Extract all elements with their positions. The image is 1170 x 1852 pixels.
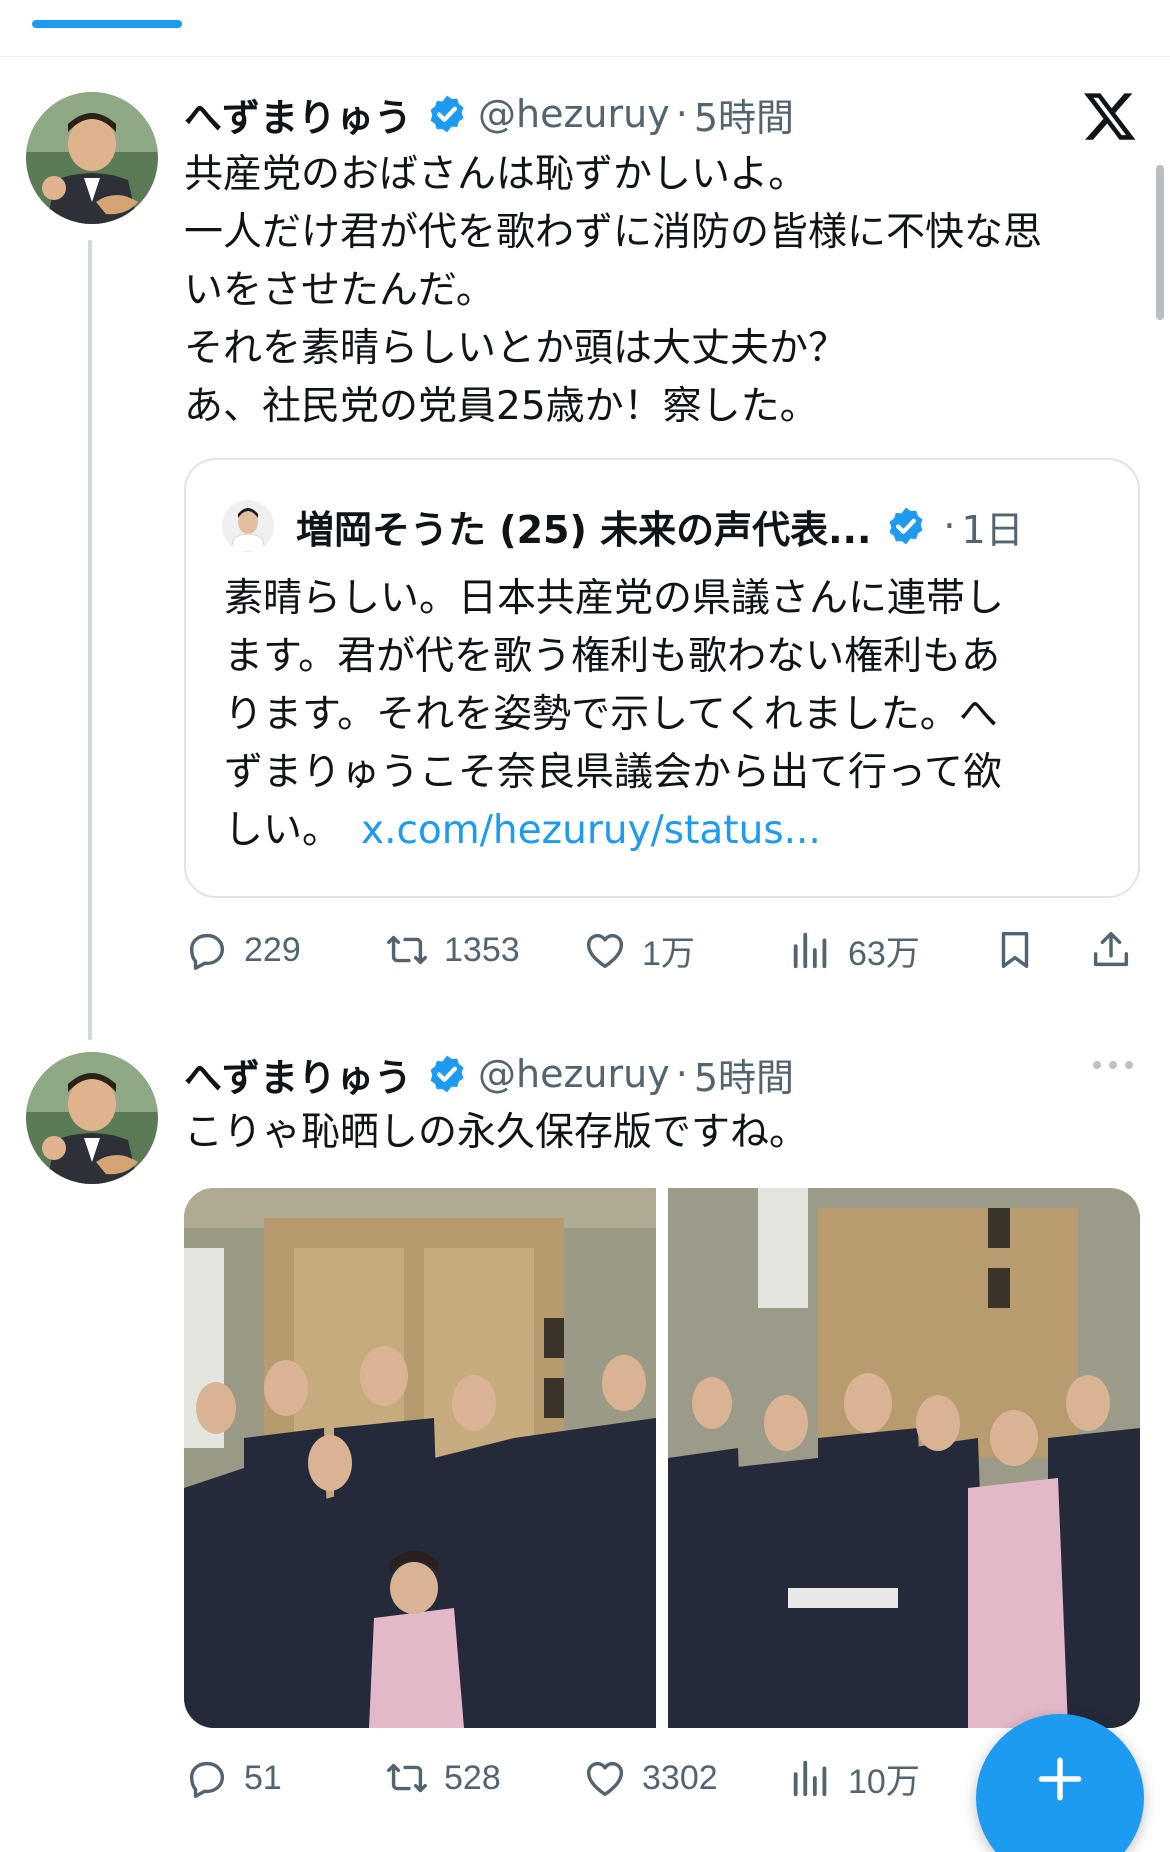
- repost-button[interactable]: 528: [384, 1748, 501, 1808]
- tweet-text-line: こりゃ恥晒しの永久保存版ですね。: [184, 1110, 809, 1155]
- timeline-page: へずまりゅう @hezuruy · 5時間 共産党のおばさんは恥ずかしいよ。 一…: [0, 0, 1170, 1852]
- verified-badge-icon: [430, 95, 464, 133]
- display-name[interactable]: へずまりゅう: [184, 1047, 412, 1102]
- tweet-text-line: あ、社民党の党員25歳か！察した。: [184, 384, 819, 429]
- quoted-tweet-text: 素晴らしい。日本共産党の県議さんに連帯し ます。君が代を歌う権利も歌わない権利も…: [224, 570, 1104, 860]
- views-icon: [793, 1760, 827, 1797]
- share-icon: [1093, 931, 1129, 967]
- timestamp[interactable]: 5時間: [694, 1047, 794, 1102]
- reply-button[interactable]: 51: [184, 1748, 282, 1808]
- handle[interactable]: @hezuruy: [478, 92, 670, 136]
- tweet-header: へずまりゅう @hezuruy · 5時間: [184, 84, 794, 144]
- separator-dot: ·: [675, 92, 688, 136]
- x-logo-icon[interactable]: [1082, 88, 1138, 144]
- quoted-display-name[interactable]: 増岡そうた (25) 未来の声代表...: [296, 499, 871, 554]
- repost-count: 528: [444, 1758, 501, 1797]
- quoted-text-last: しい。: [224, 808, 342, 853]
- thread-connector-line: [88, 240, 92, 1040]
- repost-icon: [387, 935, 427, 965]
- handle[interactable]: @hezuruy: [478, 1052, 670, 1096]
- repost-button[interactable]: 1353: [384, 920, 520, 980]
- avatar[interactable]: [26, 1052, 158, 1184]
- reply-icon: [189, 933, 225, 970]
- tweet-text: 共産党のおばさんは恥ずかしいよ。 一人だけ君が代を歌わずに消防の皆様に不快な思 …: [184, 146, 1124, 436]
- repost-icon: [387, 1763, 427, 1793]
- verified-badge-icon: [889, 507, 923, 545]
- reply-button[interactable]: 229: [184, 920, 301, 980]
- tweet-action-bar: 229 1353 1万 63万: [184, 920, 1144, 980]
- active-tab-indicator[interactable]: [32, 20, 182, 28]
- media-grid: [184, 1188, 1140, 1728]
- quoted-text-line: 素晴らしい。日本共産党の県議さんに連帯し: [224, 576, 1005, 621]
- reply-count: 229: [244, 930, 301, 969]
- quoted-tweet-header: 増岡そうた (25) 未来の声代表... · 1日: [296, 496, 1024, 556]
- attached-photo[interactable]: [184, 1188, 656, 1728]
- quoted-text-line: しい。 x.com/hezuruy/status...: [224, 802, 1104, 860]
- scrollbar[interactable]: [1156, 165, 1164, 320]
- quoted-tweet-card[interactable]: 増岡そうた (25) 未来の声代表... · 1日 素晴らしい。日本共産党の県議…: [184, 458, 1140, 898]
- more-icon[interactable]: [1088, 1055, 1138, 1075]
- like-count: 1万: [642, 934, 695, 973]
- quoted-text-line: ずまりゅうこそ奈良県議会から出て行って欲: [224, 750, 1003, 795]
- views-button[interactable]: 10万: [788, 1748, 920, 1808]
- views-button[interactable]: 63万: [788, 920, 920, 980]
- tweet-text: こりゃ恥晒しの永久保存版ですね。: [184, 1104, 1124, 1162]
- compose-button[interactable]: [976, 1714, 1144, 1852]
- bookmark-button[interactable]: [992, 920, 1038, 980]
- tweet-text-line: いをさせたんだ。: [184, 268, 495, 313]
- avatar[interactable]: [26, 92, 158, 224]
- repost-count: 1353: [444, 930, 520, 969]
- quoted-avatar[interactable]: [222, 500, 274, 552]
- verified-badge-icon: [430, 1055, 464, 1093]
- views-count: 63万: [848, 934, 920, 973]
- plus-icon: [1038, 1757, 1082, 1801]
- attached-photo[interactable]: [668, 1188, 1140, 1728]
- quoted-text-line: ります。それを姿勢で示してくれました。へ: [224, 692, 998, 737]
- like-count: 3302: [642, 1758, 718, 1797]
- reply-count: 51: [244, 1758, 282, 1797]
- quoted-text-line: ます。君が代を歌う権利も歌わない権利もあ: [224, 634, 1001, 679]
- tweet-text-line: 一人だけ君が代を歌わずに消防の皆様に不快な思: [184, 210, 1043, 255]
- like-button[interactable]: 1万: [582, 920, 695, 980]
- quoted-timestamp[interactable]: 1日: [961, 499, 1023, 554]
- views-count: 10万: [848, 1762, 920, 1801]
- bookmark-icon: [1001, 931, 1029, 969]
- reply-icon: [189, 1761, 225, 1798]
- separator-dot: ·: [675, 1052, 688, 1096]
- separator-dot: ·: [943, 504, 956, 548]
- heart-icon: [586, 933, 624, 969]
- tweet-text-line: それを素晴らしいとか頭は大丈夫か？: [184, 326, 848, 371]
- share-button[interactable]: [1088, 920, 1134, 980]
- display-name[interactable]: へずまりゅう: [184, 87, 412, 142]
- quoted-link[interactable]: x.com/hezuruy/status...: [361, 808, 821, 853]
- timestamp[interactable]: 5時間: [694, 87, 794, 142]
- heart-icon: [586, 1761, 624, 1797]
- tweet-text-line: 共産党のおばさんは恥ずかしいよ。: [184, 152, 808, 197]
- top-tab-bar: [0, 0, 1170, 57]
- tweet-header: へずまりゅう @hezuruy · 5時間: [184, 1044, 794, 1104]
- like-button[interactable]: 3302: [582, 1748, 718, 1808]
- views-icon: [793, 932, 827, 969]
